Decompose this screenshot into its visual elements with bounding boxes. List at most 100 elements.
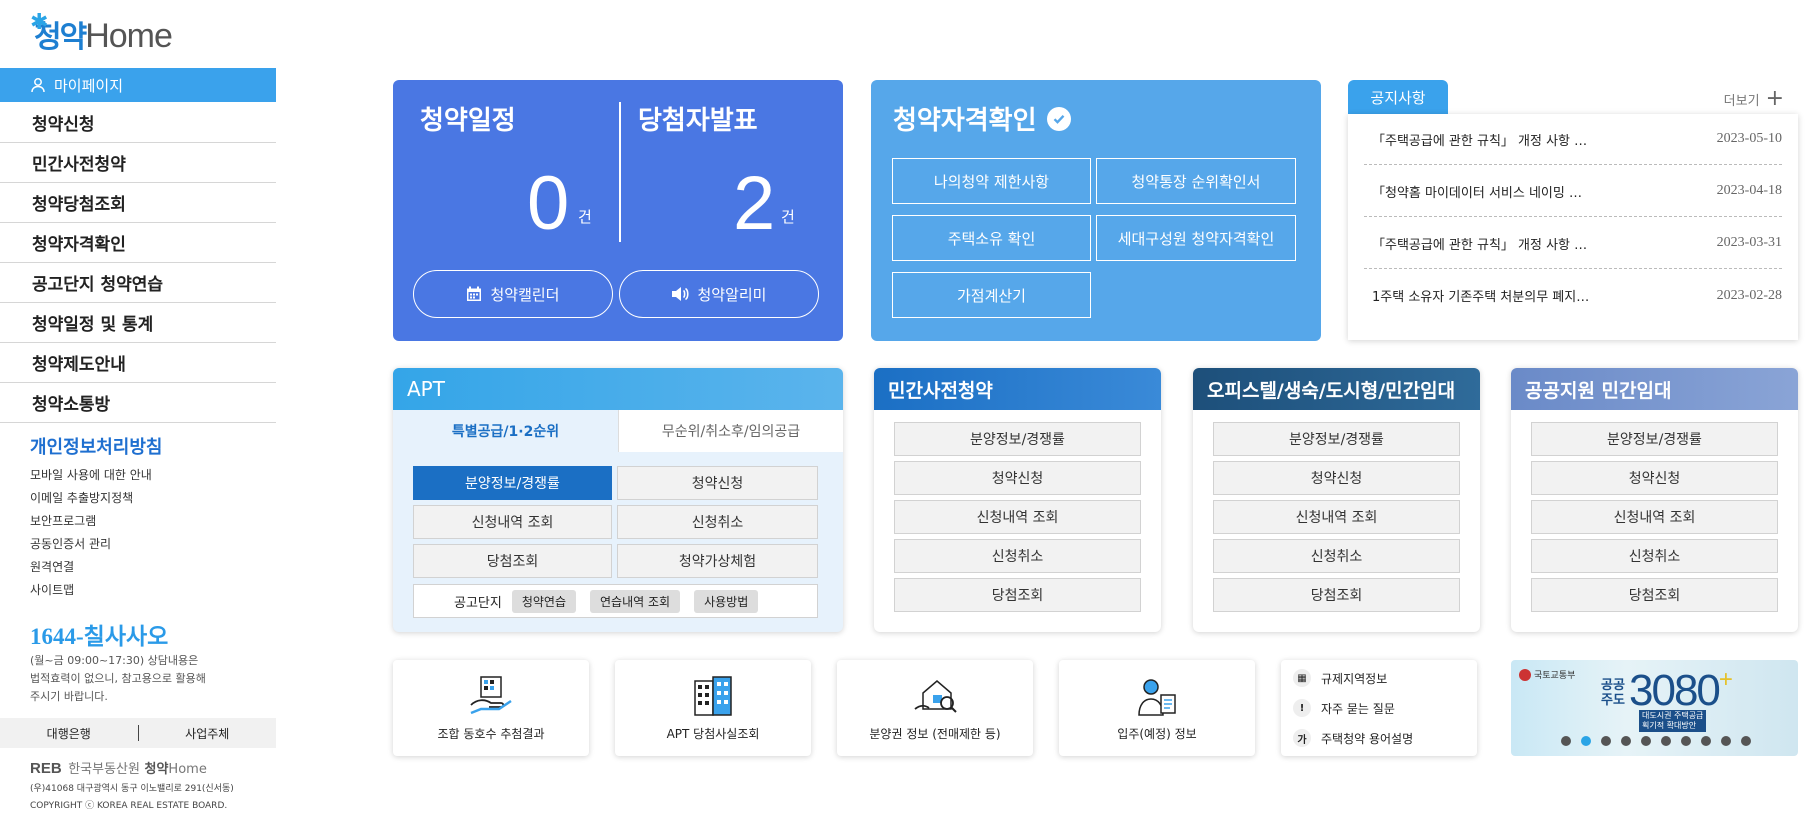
history-button[interactable]: 신청내역 조회 <box>894 500 1141 534</box>
pagination-dot[interactable] <box>1721 736 1731 746</box>
sale-info-button[interactable]: 분양정보/경쟁률 <box>1213 422 1460 456</box>
cancel-button[interactable]: 신청취소 <box>1213 539 1460 573</box>
tab-special-supply[interactable]: 특별공급/1·2순위 <box>393 410 618 452</box>
winners-title[interactable]: 당첨자발표 <box>638 100 758 137</box>
reb-name: 한국부동산원 <box>68 762 140 777</box>
quick-label: 조합 동호수 추첨결과 <box>437 727 545 741</box>
footer-links: 모바일 사용에 대한 안내 이메일 추출방지정책 보안프로그램 공동인증서 관리… <box>30 464 152 602</box>
address-block: (우)41068 대구광역시 동구 이노밸리로 291(신서동) COPYRIG… <box>30 781 234 815</box>
faq-link[interactable]: ! 자주 묻는 질문 <box>1293 699 1395 717</box>
tab-unranked-supply[interactable]: 무순위/취소후/임의공급 <box>618 410 843 452</box>
mypage-button[interactable]: 마이페이지 <box>0 68 276 102</box>
nav-item-community[interactable]: 청약소통방 <box>0 383 276 423</box>
schedule-title[interactable]: 청약일정 <box>420 100 516 137</box>
link-security-program[interactable]: 보안프로그램 <box>30 510 152 533</box>
quick-move-in-info[interactable]: 입주(예정) 정보 <box>1059 660 1255 756</box>
panel-title: 공공지원 민간임대 <box>1511 368 1798 410</box>
privacy-policy-link[interactable]: 개인정보처리방침 <box>30 433 162 459</box>
link-email-policy[interactable]: 이메일 추출방지정책 <box>30 487 152 510</box>
glossary-link[interactable]: 가 주택청약 용어설명 <box>1293 729 1413 747</box>
link-cert-manage[interactable]: 공동인증서 관리 <box>30 533 152 556</box>
account-rank-button[interactable]: 청약통장 순위확인서 <box>1096 158 1296 204</box>
nav-item-apply[interactable]: 청약신청 <box>0 103 276 143</box>
private-pre-panel: 민간사전청약 분양정보/경쟁률 청약신청 신청내역 조회 신청취소 당첨조회 <box>874 368 1161 632</box>
qualification-title: 청약자격확인 <box>893 100 1071 137</box>
pagination-dot[interactable] <box>1641 736 1651 746</box>
pagination-dot[interactable] <box>1741 736 1751 746</box>
nav-item-private-pre[interactable]: 민간사전청약 <box>0 143 276 183</box>
notice-item[interactable]: 「청약홈 마이데이터 서비스 네이밍 … 2023-04-18 <box>1364 166 1782 217</box>
pagination-dot-active[interactable] <box>1581 736 1591 746</box>
ministry-logo: 국토교통부 <box>1519 668 1575 681</box>
apt-win-check-button[interactable]: 당첨조회 <box>413 544 612 578</box>
pagination-dot[interactable] <box>1601 736 1611 746</box>
business-entity-link[interactable]: 사업주체 <box>139 725 277 742</box>
copyright: COPYRIGHT ⓒ KOREA REAL ESTATE BOARD. <box>30 801 228 811</box>
site-logo[interactable]: ✱ 청약 Home <box>30 10 173 56</box>
quick-presale-info[interactable]: 분양권 정보 (전매제한 등) <box>837 660 1033 756</box>
quick-apt-win-check[interactable]: APT 당첨사실조회 <box>615 660 811 756</box>
history-button[interactable]: 신청내역 조회 <box>1531 500 1778 534</box>
pagination-dot[interactable] <box>1661 736 1671 746</box>
sale-info-button[interactable]: 분양정보/경쟁률 <box>1531 422 1778 456</box>
link-sitemap[interactable]: 사이트맵 <box>30 579 152 602</box>
logo-text-en: Home <box>85 17 173 55</box>
calendar-button-label: 청약캘린더 <box>490 285 560 304</box>
cancel-button[interactable]: 신청취소 <box>894 539 1141 573</box>
practice-chip[interactable]: 청약연습 <box>511 589 577 613</box>
more-button[interactable]: 더보기 + <box>1724 88 1784 110</box>
link-label: 주택청약 용어설명 <box>1321 731 1414 746</box>
cancel-button[interactable]: 신청취소 <box>1531 539 1778 573</box>
pagination-dot[interactable] <box>1561 736 1571 746</box>
notice-item[interactable]: 1주택 소유자 기존주택 처분의무 폐지… 2023-02-28 <box>1364 270 1782 321</box>
apply-button[interactable]: 청약신청 <box>1531 461 1778 495</box>
pagination-dot[interactable] <box>1701 736 1711 746</box>
dictionary-icon: 가 <box>1293 729 1311 747</box>
apt-history-button[interactable]: 신청내역 조회 <box>413 505 612 539</box>
notice-item[interactable]: 「주택공급에 관한 규칙」 개정 사항 … 2023-03-31 <box>1364 218 1782 269</box>
notice-item[interactable]: 「주택공급에 관한 규칙」 개정 사항 … 2023-05-10 <box>1364 114 1782 165</box>
notice-date: 2023-03-31 <box>1716 235 1782 250</box>
apt-sale-info-button[interactable]: 분양정보/경쟁률 <box>413 466 612 500</box>
apt-apply-button[interactable]: 청약신청 <box>617 466 818 500</box>
public-rental-panel: 공공지원 민간임대 분양정보/경쟁률 청약신청 신청내역 조회 신청취소 당첨조… <box>1511 368 1798 632</box>
nav-item-qualification[interactable]: 청약자격확인 <box>0 223 276 263</box>
schedule-unit: 건 <box>578 208 592 226</box>
alarm-button[interactable]: 청약알리미 <box>619 270 819 318</box>
nav-item-schedule-stats[interactable]: 청약일정 및 통계 <box>0 303 276 343</box>
apt-cancel-button[interactable]: 신청취소 <box>617 505 818 539</box>
notice-tab[interactable]: 공지사항 <box>1348 80 1448 114</box>
house-ownership-button[interactable]: 주택소유 확인 <box>892 215 1091 261</box>
household-qualification-button[interactable]: 세대구성원 청약자격확인 <box>1096 215 1296 261</box>
link-remote[interactable]: 원격연결 <box>30 556 152 579</box>
win-check-button[interactable]: 당첨조회 <box>1213 578 1460 612</box>
score-calculator-button[interactable]: 가점계산기 <box>892 272 1091 318</box>
apt-virtual-button[interactable]: 청약가상체험 <box>617 544 818 578</box>
winners-unit: 건 <box>781 208 795 226</box>
usage-chip[interactable]: 사용방법 <box>694 589 759 613</box>
agency-bank-link[interactable]: 대행은행 <box>0 725 138 742</box>
apply-button[interactable]: 청약신청 <box>894 461 1141 495</box>
practice-history-chip[interactable]: 연습내역 조회 <box>590 589 681 613</box>
quick-lottery-result[interactable]: 조합 동호수 추첨결과 <box>393 660 589 756</box>
pagination-dot[interactable] <box>1621 736 1631 746</box>
sale-info-button[interactable]: 분양정보/경쟁률 <box>894 422 1141 456</box>
history-button[interactable]: 신청내역 조회 <box>1213 500 1460 534</box>
calendar-button[interactable]: 청약캘린더 <box>413 270 613 318</box>
nav-item-win-check[interactable]: 청약당첨조회 <box>0 183 276 223</box>
win-check-button[interactable]: 당첨조회 <box>1531 578 1778 612</box>
apt-panel: APT 특별공급/1·2순위 무순위/취소후/임의공급 분양정보/경쟁률 청약신… <box>393 368 843 632</box>
practice-label: 공고단지 <box>454 595 502 611</box>
notice-title: 「청약홈 마이데이터 서비스 네이밍 … <box>1372 185 1582 201</box>
call-center-number: 1644-칠사사오 <box>30 617 168 651</box>
link-mobile-guide[interactable]: 모바일 사용에 대한 안내 <box>30 464 152 487</box>
win-check-button[interactable]: 당첨조회 <box>894 578 1141 612</box>
pagination-dot[interactable] <box>1681 736 1691 746</box>
regulation-area-link[interactable]: ▦ 규제지역정보 <box>1293 669 1387 687</box>
my-restrictions-button[interactable]: 나의청약 제한사항 <box>892 158 1091 204</box>
nav-item-practice[interactable]: 공고단지 청약연습 <box>0 263 276 303</box>
promo-banner[interactable]: 국토교통부 공공 주도 3080+ 대도시권 주택공급 획기적 확대방안 <box>1511 660 1798 756</box>
banner-number-text: 3080 <box>1629 666 1721 715</box>
nav-item-system-guide[interactable]: 청약제도안내 <box>0 343 276 383</box>
apply-button[interactable]: 청약신청 <box>1213 461 1460 495</box>
